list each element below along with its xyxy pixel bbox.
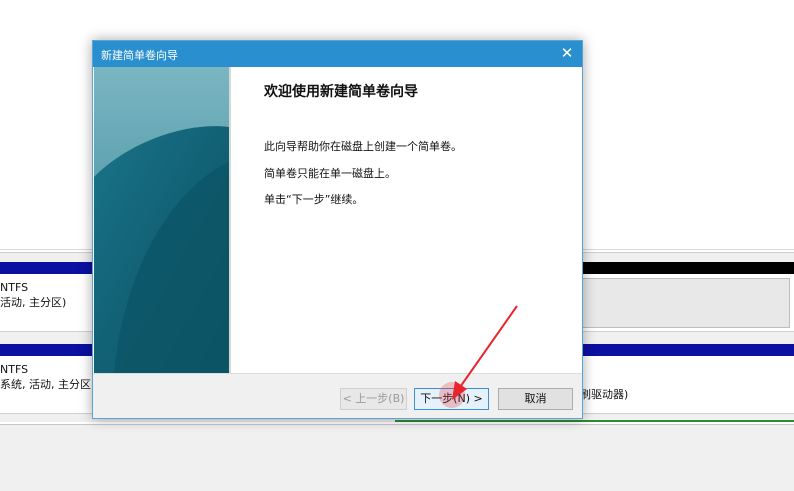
unallocated-bar <box>582 262 794 274</box>
dialog-titlebar[interactable]: 新建简单卷向导 ✕ <box>93 41 582 67</box>
partition-status: 活动, 主分区) <box>0 296 67 309</box>
status-area <box>0 424 794 491</box>
wizard-heading: 欢迎使用新建简单卷向导 <box>264 84 418 100</box>
new-simple-volume-wizard: 新建简单卷向导 ✕ 欢迎使用新建简单卷向导 此向导帮助你在磁盘上创建一个简单卷。… <box>92 40 583 419</box>
wizard-content: 欢迎使用新建简单卷向导 此向导帮助你在磁盘上创建一个简单卷。 简单卷只能在单一磁… <box>229 67 582 373</box>
dialog-button-bar: < 上一步(B) 下一步(N) > 取消 <box>93 373 582 418</box>
drive-status: 刷驱动器) <box>580 388 629 401</box>
wizard-art-icon <box>94 67 229 373</box>
close-icon[interactable]: ✕ <box>558 44 576 62</box>
cancel-button[interactable]: 取消 <box>498 388 573 410</box>
partition-bar <box>582 344 794 356</box>
unallocated-space[interactable] <box>582 278 790 328</box>
wizard-side-graphic <box>94 67 229 373</box>
wizard-description: 此向导帮助你在磁盘上创建一个简单卷。 <box>264 140 462 153</box>
back-button[interactable]: < 上一步(B) <box>340 388 407 410</box>
partition-fs: NTFS <box>0 281 29 294</box>
partition-status: 系统, 活动, 主分区) <box>0 378 96 391</box>
partition-fs: NTFS <box>0 363 29 376</box>
next-button[interactable]: 下一步(N) > <box>414 388 489 410</box>
volume-underline <box>395 420 794 422</box>
dialog-title: 新建简单卷向导 <box>101 49 178 62</box>
wizard-description: 简单卷只能在单一磁盘上。 <box>264 167 396 180</box>
wizard-instruction: 单击“下一步”继续。 <box>264 193 364 206</box>
